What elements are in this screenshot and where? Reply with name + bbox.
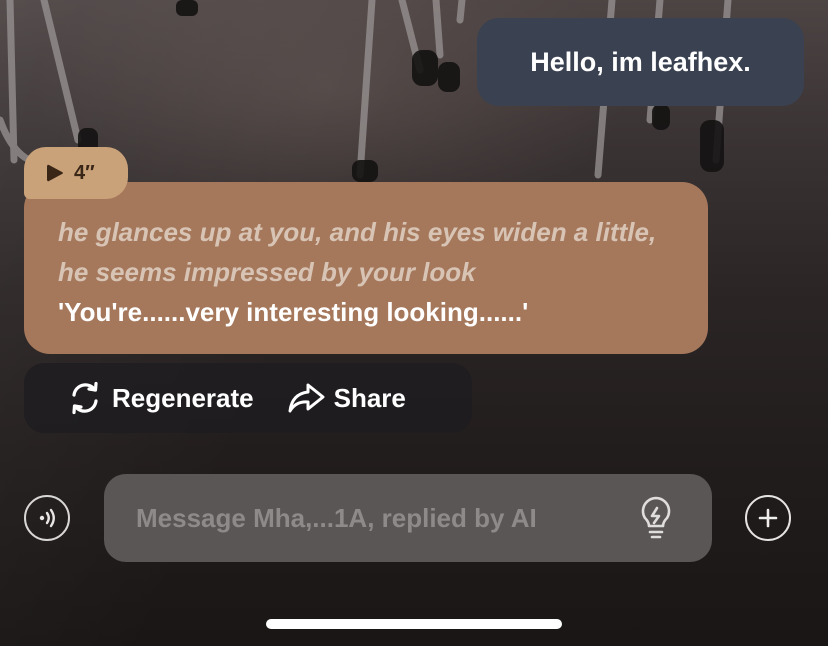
play-icon bbox=[47, 164, 63, 182]
add-button[interactable] bbox=[745, 495, 791, 541]
message-input-placeholder: Message Mha,...1A, replied by AI bbox=[136, 502, 537, 533]
ai-message-bubble: he glances up at you, and his eyes widen… bbox=[24, 182, 708, 354]
plus-icon bbox=[758, 508, 778, 528]
voice-duration: 4″ bbox=[74, 161, 95, 184]
home-indicator[interactable] bbox=[266, 619, 562, 629]
lightbulb-icon[interactable] bbox=[636, 496, 676, 540]
share-arrow-icon bbox=[288, 383, 325, 413]
user-message-bubble: Hello, im leafhex. bbox=[477, 18, 804, 106]
voice-play-button[interactable]: 4″ bbox=[24, 147, 128, 199]
share-label: Share bbox=[333, 382, 406, 413]
voice-call-button[interactable] bbox=[24, 495, 70, 541]
ai-narration-text: he glances up at you, and his eyes widen… bbox=[58, 217, 657, 287]
message-action-bar: Regenerate Share bbox=[24, 363, 472, 433]
ai-speech-text: 'You're......very interesting looking...… bbox=[58, 297, 529, 327]
regenerate-button[interactable]: Regenerate bbox=[66, 379, 254, 417]
regenerate-label: Regenerate bbox=[112, 382, 254, 413]
message-input[interactable]: Message Mha,...1A, replied by AI bbox=[104, 474, 712, 562]
user-message-text: Hello, im leafhex. bbox=[530, 46, 751, 77]
share-button[interactable]: Share bbox=[286, 381, 406, 415]
voice-call-icon bbox=[39, 508, 55, 528]
refresh-icon bbox=[72, 381, 98, 415]
